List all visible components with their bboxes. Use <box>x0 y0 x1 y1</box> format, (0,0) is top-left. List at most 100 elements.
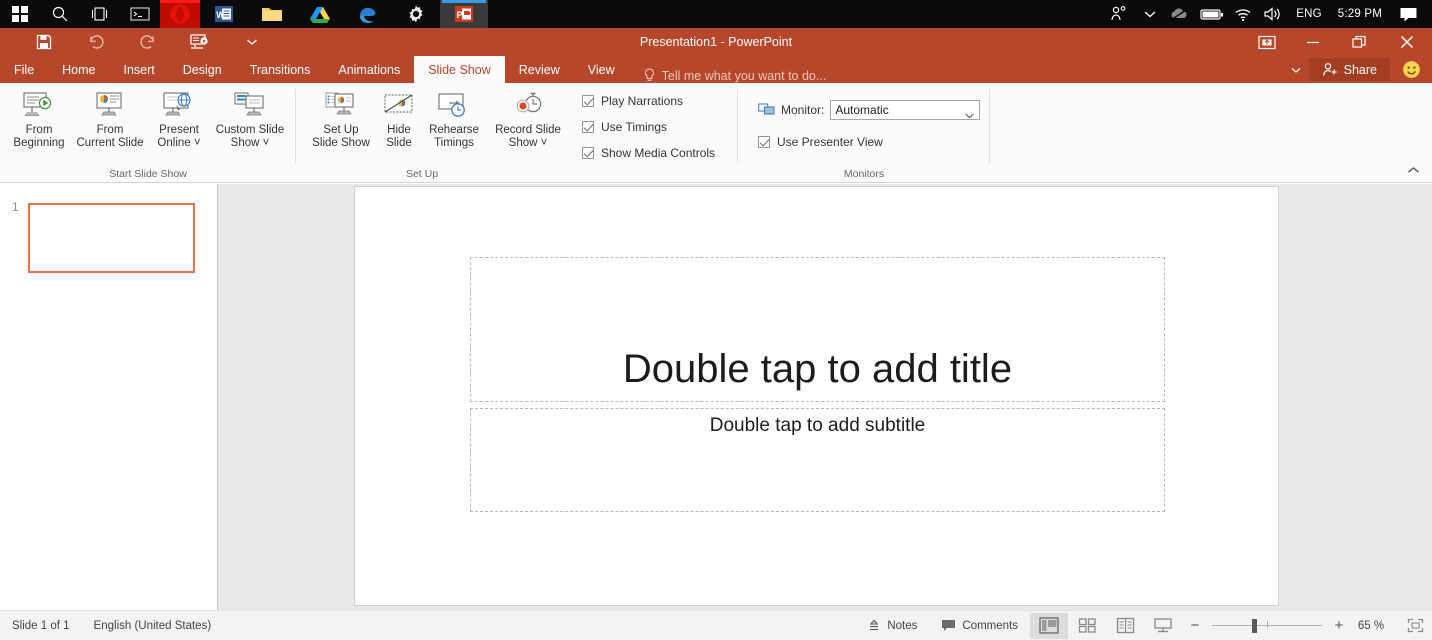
use-presenter-view-checkbox[interactable]: Use Presenter View <box>758 135 883 149</box>
subtitle-placeholder[interactable]: Double tap to add subtitle <box>470 408 1165 512</box>
zoom-slider[interactable] <box>1212 618 1322 633</box>
tab-animations[interactable]: Animations <box>324 56 414 83</box>
task-view-button[interactable] <box>80 0 120 28</box>
taskbar-app-edge[interactable] <box>344 0 392 28</box>
title-placeholder-text: Double tap to add title <box>622 346 1013 391</box>
comments-button[interactable]: Comments <box>929 611 1030 640</box>
feedback-smiley-button[interactable] <box>1396 56 1426 83</box>
show-media-controls-checkbox[interactable]: Show Media Controls <box>582 146 715 160</box>
share-label: Share <box>1343 62 1377 77</box>
from-beginning-button[interactable]: From Beginning <box>6 87 72 149</box>
zoom-level-label[interactable]: 65 % <box>1348 620 1394 632</box>
zoom-slider-midpoint <box>1267 620 1268 628</box>
tray-battery-button[interactable] <box>1196 0 1228 28</box>
ribbon-tabs: File Home Insert Design Transitions Anim… <box>0 56 1432 83</box>
slide-count-status[interactable]: Slide 1 of 1 <box>0 611 82 640</box>
slide-sorter-icon <box>1078 618 1096 633</box>
reading-view-button[interactable] <box>1106 613 1144 639</box>
zoom-out-button[interactable]: − <box>1186 617 1204 634</box>
taskbar-app-file-explorer[interactable] <box>248 0 296 28</box>
action-center-icon <box>1400 7 1416 21</box>
checkbox-box <box>582 147 594 159</box>
comment-icon <box>942 620 956 631</box>
ribbon-display-options-button[interactable] <box>1244 28 1290 56</box>
from-beginning-label-2: Beginning <box>13 136 65 149</box>
slide-thumbnail-1[interactable]: 1 <box>0 192 217 273</box>
custom-slide-show-button[interactable]: Custom Slide Show ˅ <box>208 87 292 149</box>
start-button[interactable] <box>0 0 40 28</box>
tell-me-box[interactable]: Tell me what you want to do... <box>629 68 827 83</box>
share-button[interactable]: Share <box>1308 58 1390 81</box>
rehearse-timings-label-1: Rehearse <box>429 124 479 136</box>
start-from-beginning-button[interactable] <box>174 28 226 56</box>
tab-view[interactable]: View <box>574 56 629 83</box>
restore-button[interactable] <box>1336 28 1382 56</box>
taskbar-app-google-drive[interactable] <box>296 0 344 28</box>
set-up-slide-show-button[interactable]: Set Up Slide Show <box>306 87 376 149</box>
taskbar-console-button[interactable] <box>120 0 160 28</box>
status-bar: Slide 1 of 1 English (United States) Not… <box>0 610 1432 640</box>
use-timings-checkbox[interactable]: Use Timings <box>582 120 667 134</box>
tab-design[interactable]: Design <box>169 56 236 83</box>
minimize-button[interactable] <box>1290 28 1336 56</box>
taskbar-search-button[interactable] <box>40 0 80 28</box>
tab-file[interactable]: File <box>0 56 48 83</box>
smiley-icon <box>1402 61 1420 78</box>
present-online-button[interactable]: Present Online ˅ <box>150 87 208 149</box>
taskbar-app-word[interactable]: W <box>200 0 248 28</box>
hide-slide-button[interactable]: Hide Slide <box>376 87 422 149</box>
monitor-select[interactable]: Automatic <box>830 100 981 120</box>
slide-thumbnail-preview[interactable] <box>28 203 195 273</box>
chevron-up-icon <box>1407 166 1419 173</box>
ribbon-group-title-start-slide-show: Start Slide Show <box>109 168 187 180</box>
tray-language-button[interactable]: ENG <box>1288 0 1330 28</box>
tab-review[interactable]: Review <box>505 56 574 83</box>
undo-icon <box>90 35 104 49</box>
zoom-slider-handle[interactable] <box>1252 618 1257 633</box>
notes-button[interactable]: Notes <box>855 611 929 640</box>
fit-to-window-button[interactable] <box>1398 613 1432 639</box>
tab-transitions[interactable]: Transitions <box>236 56 325 83</box>
slide-canvas[interactable]: Double tap to add title Double tap to ad… <box>354 186 1279 606</box>
tab-slide-show[interactable]: Slide Show <box>414 56 505 83</box>
tray-network-button[interactable] <box>1228 0 1258 28</box>
close-button[interactable] <box>1382 28 1432 56</box>
zoom-in-button[interactable]: + <box>1330 617 1348 634</box>
close-icon <box>1400 35 1414 49</box>
tray-onedrive-button[interactable] <box>1164 0 1196 28</box>
title-placeholder[interactable]: Double tap to add title <box>470 257 1165 402</box>
collapse-ribbon-button[interactable] <box>1402 160 1424 180</box>
opera-icon <box>170 4 190 24</box>
save-button[interactable] <box>18 28 70 56</box>
qat-overflow-button[interactable] <box>1283 56 1309 83</box>
tab-insert[interactable]: Insert <box>110 56 169 83</box>
customize-qat-button[interactable] <box>226 28 278 56</box>
slide-thumbnail-pane[interactable]: 1 <box>0 184 217 610</box>
tray-action-center-button[interactable] <box>1390 0 1426 28</box>
undo-button[interactable] <box>70 28 122 56</box>
ribbon-group-monitors: Monitor: Automatic Use Presenter View Mo… <box>738 83 990 183</box>
lightbulb-icon <box>644 68 654 81</box>
normal-view-button[interactable] <box>1030 612 1068 639</box>
fit-to-window-icon <box>1407 618 1423 633</box>
from-current-slide-button[interactable]: From Current Slide <box>72 87 148 149</box>
taskbar-app-opera[interactable] <box>160 0 200 28</box>
wifi-icon <box>1235 8 1251 21</box>
tell-me-label: Tell me what you want to do... <box>661 68 827 83</box>
tray-show-hidden-icons-button[interactable] <box>1136 0 1164 28</box>
tray-clock-button[interactable]: 5:29 PM <box>1330 0 1390 28</box>
use-timings-label: Use Timings <box>601 120 668 134</box>
tab-home[interactable]: Home <box>48 56 109 83</box>
redo-button[interactable] <box>122 28 174 56</box>
taskbar-app-settings[interactable] <box>392 0 440 28</box>
record-slide-show-button[interactable]: Record Slide Show ˅ <box>486 87 570 149</box>
slide-show-view-button[interactable] <box>1144 613 1182 639</box>
powerpoint-icon: P <box>455 6 473 22</box>
slide-sorter-view-button[interactable] <box>1068 613 1106 639</box>
rehearse-timings-button[interactable]: Rehearse Timings <box>422 87 486 149</box>
tray-volume-button[interactable] <box>1258 0 1288 28</box>
play-narrations-checkbox[interactable]: Play Narrations <box>582 94 683 108</box>
tray-people-button[interactable] <box>1102 0 1136 28</box>
language-status[interactable]: English (United States) <box>82 611 224 640</box>
taskbar-app-powerpoint[interactable]: P <box>440 0 488 28</box>
